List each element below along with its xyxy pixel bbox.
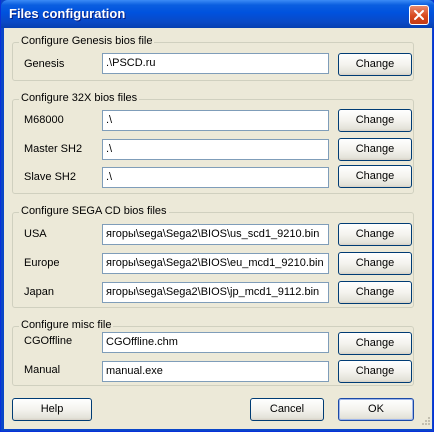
window-title: Files configuration: [9, 6, 126, 21]
slave-sh2-path-field[interactable]: .\: [102, 167, 329, 188]
group-title-32x: Configure 32X bios files: [19, 92, 140, 104]
resize-grip-icon[interactable]: [419, 416, 431, 428]
change-manual-button[interactable]: Change: [338, 360, 412, 383]
group-title-segacd: Configure SEGA CD bios files: [19, 205, 169, 217]
help-button[interactable]: Help: [12, 398, 92, 421]
ok-button[interactable]: OK: [338, 398, 414, 421]
manual-label: Manual: [24, 364, 61, 376]
change-genesis-button[interactable]: Change: [338, 53, 412, 76]
title-bar[interactable]: Files configuration: [1, 0, 434, 28]
slave-sh2-label: Slave SH2: [24, 171, 76, 183]
change-m68000-button[interactable]: Change: [338, 109, 412, 132]
japan-label: Japan: [24, 286, 54, 298]
europe-path-field[interactable]: ягоры\sega\Sega2\BIOS\eu_mcd1_9210.bin: [102, 253, 329, 274]
cancel-button[interactable]: Cancel: [250, 398, 324, 421]
dialog-client-area: Configure Genesis bios file Genesis .\PS…: [4, 28, 432, 429]
manual-path-field[interactable]: manual.exe: [102, 361, 329, 382]
cgoffline-label: CGOffline: [24, 335, 73, 347]
change-cgoffline-button[interactable]: Change: [338, 332, 412, 355]
misc-file-group: Configure misc file CGOffline CGOffline.…: [12, 319, 414, 386]
files-configuration-window: Files configuration Configure Genesis bi…: [0, 0, 434, 432]
japan-path-field[interactable]: ягоры\sega\Sega2\BIOS\jp_mcd1_9112.bin: [102, 282, 329, 303]
cgoffline-path-field[interactable]: CGOffline.chm: [102, 332, 329, 353]
genesis-path-field[interactable]: .\PSCD.ru: [102, 53, 329, 74]
close-button[interactable]: [409, 5, 429, 25]
group-title-misc: Configure misc file: [19, 319, 114, 331]
change-usa-button[interactable]: Change: [338, 223, 412, 246]
change-japan-button[interactable]: Change: [338, 281, 412, 304]
change-slave-sh2-button[interactable]: Change: [338, 165, 412, 188]
europe-label: Europe: [24, 257, 60, 269]
close-icon: [414, 10, 424, 20]
segacd-bios-group: Configure SEGA CD bios files USA ягоры\s…: [12, 205, 414, 308]
32x-bios-group: Configure 32X bios files M68000 .\ Chang…: [12, 92, 414, 194]
genesis-bios-group: Configure Genesis bios file Genesis .\PS…: [12, 35, 414, 81]
group-title-genesis: Configure Genesis bios file: [19, 35, 155, 47]
master-sh2-path-field[interactable]: .\: [102, 139, 329, 160]
m68000-label: M68000: [24, 114, 64, 126]
change-master-sh2-button[interactable]: Change: [338, 138, 412, 161]
genesis-label: Genesis: [24, 58, 65, 70]
change-europe-button[interactable]: Change: [338, 252, 412, 275]
usa-label: USA: [24, 228, 47, 240]
master-sh2-label: Master SH2: [24, 143, 83, 155]
m68000-path-field[interactable]: .\: [102, 110, 329, 131]
usa-path-field[interactable]: ягоры\sega\Sega2\BIOS\us_scd1_9210.bin: [102, 224, 329, 245]
